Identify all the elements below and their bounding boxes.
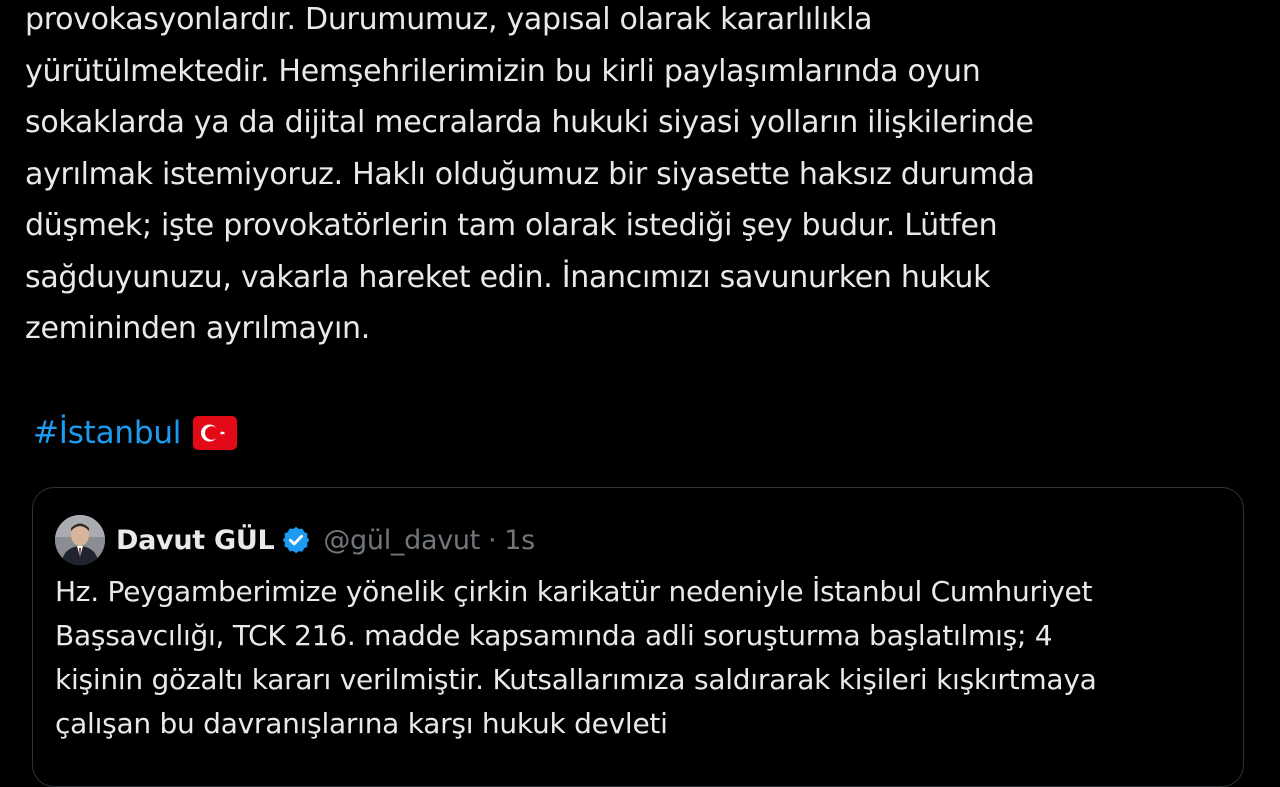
turkish-flag-icon [193, 416, 238, 450]
quoted-tweet-header: Davut GÜL @gül_davut · 1s [55, 514, 535, 566]
tweet-text-line: provokasyonlardır. Durumumuz, yapısal ol… [25, 2, 873, 37]
timestamp[interactable]: 1s [504, 525, 535, 556]
avatar[interactable] [55, 515, 105, 565]
author-name[interactable]: Davut GÜL [116, 525, 275, 556]
tweet-text: provokasyonlardır. Durumumuz, yapısal ol… [25, 0, 1225, 355]
tweet-text-line: düşmek; işte provokatörlerin tam olarak … [25, 208, 998, 243]
tweet-text-line: zemininden ayrılmayın. [25, 311, 370, 346]
hashtag-row: #İstanbul [33, 410, 238, 456]
quoted-tweet-card[interactable]: Davut GÜL @gül_davut · 1s Hz. Peygamberi… [32, 487, 1244, 787]
tweet-text-line: sokaklarda ya da dijital mecralarda huku… [25, 105, 1034, 140]
tweet-text-line: sağduyunuzu, vakarla hareket edin. İnanc… [25, 259, 991, 295]
quoted-tweet-text-line: Hz. Peygamberimize yönelik çirkin karika… [55, 575, 1093, 608]
quoted-tweet-text-line: kişinin gözaltı kararı verilmiştir. Kuts… [55, 663, 1097, 696]
separator-dot: · [487, 524, 497, 556]
verified-badge-icon [283, 526, 310, 554]
quoted-tweet-text-line: çalışan bu davranışlarına karşı hukuk de… [55, 707, 668, 740]
quoted-tweet-text-line: Başsavcılığı, TCK 216. madde kapsamında … [55, 619, 1053, 652]
author-handle[interactable]: @gül_davut [323, 525, 480, 556]
tweet-text-line: ayrılmak istemiyoruz. Haklı olduğumuz bi… [25, 156, 1035, 192]
tweet-text-line: yürütülmektedir. Hemşehrilerimizin bu ki… [25, 53, 981, 89]
hashtag-link[interactable]: #İstanbul [33, 415, 181, 451]
